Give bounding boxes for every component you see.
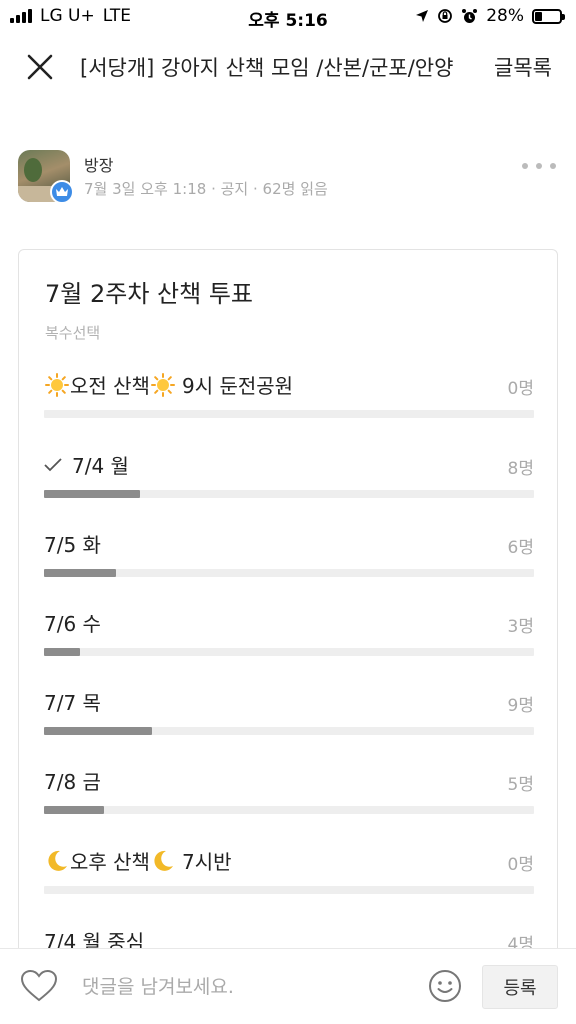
sun-icon xyxy=(150,372,176,398)
poll-option-count: 8명 xyxy=(507,459,534,479)
comment-input[interactable] xyxy=(82,967,412,1007)
top-navigation: [서당개] 강아지 산책 모임 /산본/군포/안양 글목록 xyxy=(0,34,576,98)
poll-option[interactable]: 오전 산책 9시 둔전공원 0명 xyxy=(44,370,534,430)
poll-option-text: 오후 산책 xyxy=(70,850,150,874)
poll-option-bar xyxy=(44,410,534,418)
poll-option-text: 7/4 월 xyxy=(72,454,129,478)
moon-icon xyxy=(150,848,176,874)
poll-option[interactable]: 7/5 화 6명 xyxy=(44,529,534,589)
post-list-button[interactable]: 글목록 xyxy=(494,52,552,82)
poll-option-text: 오전 산책 xyxy=(70,374,150,398)
notice-label: 공지 xyxy=(220,180,249,198)
submit-comment-button[interactable]: 등록 xyxy=(482,965,558,1009)
comment-bar: 등록 xyxy=(0,948,576,1024)
poll-title: 7월 2주차 산책 투표 xyxy=(45,280,253,308)
status-left: LG U+ LTE xyxy=(10,6,131,26)
more-dot-icon xyxy=(522,163,528,169)
signal-icon xyxy=(10,9,32,23)
poll-option-bar xyxy=(44,886,534,894)
poll-card: 7월 2주차 산책 투표 복수선택 오전 산책 9시 둔전공원 0명 7/4 월… xyxy=(18,249,558,1009)
poll-option-label: 오후 산책 7시반 xyxy=(44,846,232,875)
poll-option-count: 3명 xyxy=(507,617,534,637)
meta-separator: · xyxy=(211,180,221,198)
status-bar: LG U+ LTE 오후 5:16 28% xyxy=(0,0,576,34)
close-button[interactable] xyxy=(22,49,58,85)
poll-option-bar xyxy=(44,806,534,814)
status-right: 28% xyxy=(415,6,565,26)
poll-option-label: 7/7 목 xyxy=(44,687,101,716)
poll-option-bar xyxy=(44,648,534,656)
poll-option-bar xyxy=(44,569,534,577)
poll-type: 복수선택 xyxy=(45,324,101,342)
emoticon-button[interactable] xyxy=(428,969,462,1003)
like-button[interactable] xyxy=(20,969,58,1003)
poll-option[interactable]: 7/8 금 5명 xyxy=(44,766,534,826)
moon-icon xyxy=(44,848,70,874)
network-label: LTE xyxy=(102,6,132,26)
poll-option[interactable]: 7/6 수 3명 xyxy=(44,608,534,668)
post-date: 7월 3일 오후 1:18 xyxy=(84,180,207,198)
alarm-icon xyxy=(462,8,478,23)
poll-option[interactable]: 7/4 월 8명 xyxy=(44,450,534,510)
poll-option[interactable]: 7/7 목 9명 xyxy=(44,687,534,747)
post-author: 방장 7월 3일 오후 1:18 · 공지 · 62명 읽음 xyxy=(18,148,558,208)
post-meta: 7월 3일 오후 1:18 · 공지 · 62명 읽음 xyxy=(84,178,328,199)
poll-option-text: 7/7 목 xyxy=(44,691,101,715)
poll-option-text: 7/8 금 xyxy=(44,770,101,794)
poll-option-bar xyxy=(44,727,534,735)
smile-icon xyxy=(429,970,461,1002)
manager-badge xyxy=(50,180,74,204)
more-dot-icon xyxy=(536,163,542,169)
poll-option-label: 7/6 수 xyxy=(44,608,101,637)
check-icon xyxy=(44,457,66,472)
carrier-label: LG U+ xyxy=(40,6,95,26)
more-dot-icon xyxy=(550,163,556,169)
post-title: [서당개] 강아지 산책 모임 /산본/군포/안양 xyxy=(80,56,454,80)
poll-option-text: 7/5 화 xyxy=(44,533,101,557)
more-options-button[interactable] xyxy=(522,156,556,176)
poll-option-count: 0명 xyxy=(507,379,534,399)
location-arrow-icon xyxy=(416,10,429,22)
poll-option-text: 7/6 수 xyxy=(44,612,101,636)
poll-option-label: 7/8 금 xyxy=(44,766,101,795)
poll-option-count: 6명 xyxy=(507,538,534,558)
battery-percent: 28% xyxy=(486,6,524,26)
sun-icon xyxy=(44,372,70,398)
poll-option[interactable]: 오후 산책 7시반 0명 xyxy=(44,846,534,906)
author-name[interactable]: 방장 xyxy=(84,152,113,176)
heart-icon xyxy=(20,969,58,1002)
close-icon xyxy=(27,54,53,80)
poll-option-suffix: 9시 둔전공원 xyxy=(181,374,294,398)
poll-option-count: 0명 xyxy=(507,855,534,875)
crown-icon xyxy=(56,187,68,196)
poll-option-suffix: 7시반 xyxy=(181,850,232,874)
poll-option-label: 오전 산책 9시 둔전공원 xyxy=(44,370,293,399)
poll-option-count: 9명 xyxy=(507,696,534,716)
poll-option-label: 7/5 화 xyxy=(44,529,101,558)
poll-option-label: 7/4 월 xyxy=(44,450,129,479)
view-count: 62명 읽음 xyxy=(262,180,328,198)
rotation-lock-icon xyxy=(438,9,453,23)
meta-separator: · xyxy=(253,180,263,198)
battery-icon xyxy=(532,8,565,24)
poll-option-bar xyxy=(44,490,534,498)
poll-option-count: 5명 xyxy=(507,775,534,795)
